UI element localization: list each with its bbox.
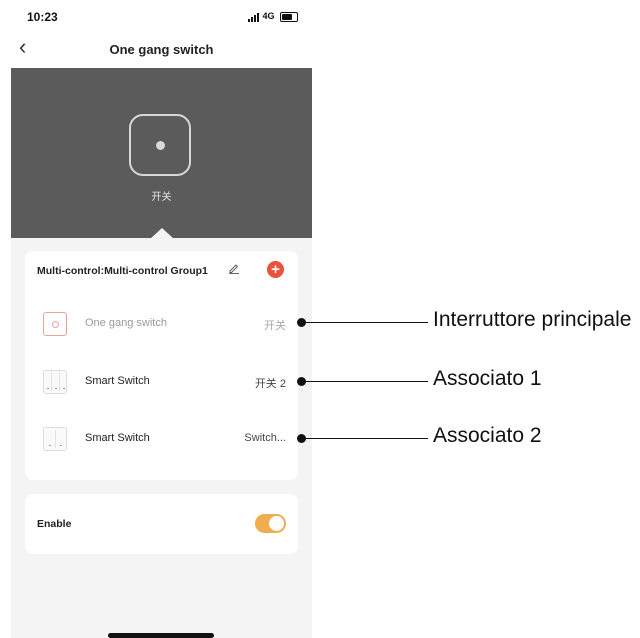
battery-icon bbox=[280, 11, 298, 22]
row-channel-value[interactable]: 开关 2 bbox=[255, 375, 286, 391]
two-gang-switch-icon bbox=[43, 427, 67, 451]
callout-associated-2: Associato 2 bbox=[433, 424, 542, 447]
panel-pointer bbox=[150, 228, 174, 239]
signal-icon bbox=[247, 12, 260, 22]
row-device-name: Smart Switch bbox=[85, 375, 150, 387]
switch-indicator-icon bbox=[156, 141, 165, 150]
group-row-main[interactable]: One gang switch 开关 bbox=[25, 304, 298, 344]
callout-main-switch: Interruttore principale bbox=[433, 308, 632, 331]
group-row-associated-2[interactable]: Smart Switch Switch... bbox=[25, 419, 298, 459]
multi-control-group-card: Multi-control:Multi-control Group1 + One… bbox=[25, 251, 298, 480]
power-switch-button[interactable] bbox=[129, 114, 191, 176]
row-channel-value: 开关 bbox=[264, 320, 286, 332]
switch-label: 开关 bbox=[151, 192, 172, 203]
three-gang-switch-icon bbox=[43, 370, 67, 394]
one-gang-switch-icon bbox=[43, 312, 67, 336]
switch-panel: 开关 bbox=[11, 68, 312, 238]
enable-toggle[interactable] bbox=[255, 514, 286, 533]
status-bar: 10:23 4G bbox=[11, 0, 312, 30]
status-indicators: 4G bbox=[247, 11, 298, 22]
home-indicator bbox=[108, 633, 214, 638]
callout-line-3 bbox=[302, 438, 428, 439]
row-device-name: One gang switch bbox=[85, 317, 167, 329]
nav-bar: ‹ One gang switch bbox=[11, 30, 312, 68]
enable-label: Enable bbox=[37, 518, 72, 530]
enable-card: Enable bbox=[25, 494, 298, 554]
network-type: 4G bbox=[262, 11, 275, 21]
edit-icon[interactable] bbox=[228, 262, 240, 274]
callout-associated-1: Associato 1 bbox=[433, 367, 542, 390]
callout-line-1 bbox=[302, 322, 428, 323]
callout-line-2 bbox=[302, 381, 428, 382]
add-device-button[interactable]: + bbox=[267, 261, 284, 278]
phone-screen: 10:23 4G ‹ One gang switch 开关 Multi-cont… bbox=[11, 0, 312, 638]
toggle-knob bbox=[269, 516, 284, 531]
row-channel-value[interactable]: Switch... bbox=[244, 432, 286, 444]
group-row-associated-1[interactable]: Smart Switch 开关 2 bbox=[25, 362, 298, 402]
page-title: One gang switch bbox=[109, 42, 214, 57]
row-device-name: Smart Switch bbox=[85, 432, 150, 444]
group-title: Multi-control:Multi-control Group1 bbox=[37, 265, 208, 277]
status-time: 10:23 bbox=[27, 10, 58, 24]
